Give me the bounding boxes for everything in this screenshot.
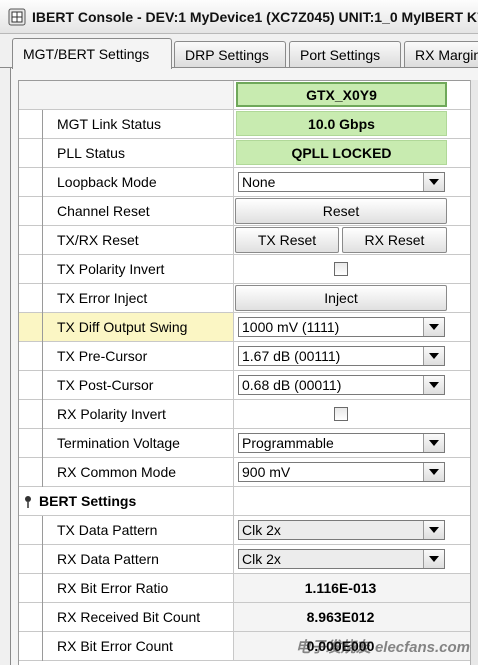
row-tx-polarity-invert: TX Polarity Invert: [19, 255, 478, 284]
pll-status-value: QPLL LOCKED: [236, 140, 447, 165]
label-tx-post-cursor: TX Post-Cursor: [57, 377, 154, 393]
rx-reset-button[interactable]: RX Reset: [342, 227, 447, 253]
rx-common-mode-select[interactable]: 900 mV: [238, 462, 445, 482]
rx-received-bit-count-value: 8.963E012: [306, 609, 375, 625]
label-tx-diff-output-swing: TX Diff Output Swing: [57, 319, 188, 335]
row-tx-error-inject: TX Error Inject Inject: [19, 284, 478, 313]
row-rx-bit-error-ratio: RX Bit Error Ratio 1.116E-013: [19, 574, 478, 603]
label-rx-polarity-invert: RX Polarity Invert: [57, 406, 166, 422]
row-termination-voltage: Termination Voltage Programmable: [19, 429, 478, 458]
label-rx-bit-error-count: RX Bit Error Count: [57, 638, 173, 654]
tab-rx-margin[interactable]: RX Margin: [404, 41, 478, 67]
label-pll-status: PLL Status: [57, 145, 125, 161]
row-tx-diff-output-swing: TX Diff Output Swing 1000 mV (1111): [19, 313, 478, 342]
tx-reset-button[interactable]: TX Reset: [235, 227, 339, 253]
watermark: 电子发烧友 elecfans.com: [295, 639, 470, 656]
label-txrx-reset: TX/RX Reset: [57, 232, 139, 248]
chevron-down-icon[interactable]: [423, 376, 444, 394]
tx-diff-output-swing-select[interactable]: 1000 mV (1111): [238, 317, 445, 337]
row-tx-post-cursor: TX Post-Cursor 0.68 dB (00011): [19, 371, 478, 400]
label-tx-pre-cursor: TX Pre-Cursor: [57, 348, 148, 364]
chevron-down-icon[interactable]: [423, 434, 444, 452]
label-mgt-link-status: MGT Link Status: [57, 116, 162, 132]
tab-drp-settings[interactable]: DRP Settings: [174, 41, 286, 67]
label-tx-data-pattern: TX Data Pattern: [57, 522, 158, 538]
tx-pre-cursor-value: 1.67 dB (00111): [242, 348, 341, 364]
termination-voltage-select[interactable]: Programmable: [238, 433, 445, 453]
header-row: GTX_X0Y9: [19, 81, 478, 110]
inject-button[interactable]: Inject: [235, 285, 447, 311]
label-channel-reset: Channel Reset: [57, 203, 150, 219]
row-tx-pre-cursor: TX Pre-Cursor 1.67 dB (00111): [19, 342, 478, 371]
tree-collapse-icon[interactable]: [23, 495, 33, 508]
column-header-gtx: GTX_X0Y9: [236, 82, 447, 107]
row-rx-data-pattern: RX Data Pattern Clk 2x: [19, 545, 478, 574]
tab-port-settings[interactable]: Port Settings: [289, 41, 401, 67]
tx-pre-cursor-select[interactable]: 1.67 dB (00111): [238, 346, 445, 366]
row-tx-data-pattern: TX Data Pattern Clk 2x: [19, 516, 478, 545]
header-value-cell: GTX_X0Y9: [234, 81, 478, 109]
chevron-down-icon[interactable]: [423, 463, 444, 481]
row-txrx-reset: TX/RX Reset TX Reset RX Reset: [19, 226, 478, 255]
label-loopback-mode: Loopback Mode: [57, 174, 157, 190]
tx-data-pattern-value: Clk 2x: [242, 522, 281, 538]
rx-common-mode-value: 900 mV: [242, 464, 291, 480]
chevron-down-icon[interactable]: [423, 550, 444, 568]
label-rx-common-mode: RX Common Mode: [57, 464, 177, 480]
label-rx-bit-error-ratio: RX Bit Error Ratio: [57, 580, 169, 596]
label-termination-voltage: Termination Voltage: [57, 435, 180, 451]
label-tx-polarity-invert: TX Polarity Invert: [57, 261, 165, 277]
loopback-mode-value: None: [242, 174, 276, 190]
chevron-down-icon[interactable]: [423, 173, 444, 191]
settings-grid: GTX_X0Y9 MGT Link Status 10.0 Gbps PLL S…: [18, 80, 478, 665]
section-bert-settings[interactable]: BERT Settings: [19, 487, 478, 516]
tx-post-cursor-value: 0.68 dB (00011): [242, 377, 342, 393]
row-loopback-mode: Loopback Mode None: [19, 168, 478, 197]
row-pll-status: PLL Status QPLL LOCKED: [19, 139, 478, 168]
label-rx-data-pattern: RX Data Pattern: [57, 551, 159, 567]
mgt-link-status-value: 10.0 Gbps: [236, 111, 447, 136]
chevron-down-icon[interactable]: [423, 318, 444, 336]
chevron-down-icon[interactable]: [423, 521, 444, 539]
tx-diff-output-swing-value: 1000 mV (1111): [242, 319, 340, 335]
rx-polarity-invert-checkbox[interactable]: [334, 407, 348, 421]
termination-voltage-value: Programmable: [242, 435, 334, 451]
tx-polarity-invert-checkbox[interactable]: [334, 262, 348, 276]
title-bar: IBERT Console - DEV:1 MyDevice1 (XC7Z045…: [0, 0, 478, 34]
label-rx-received-bit-count: RX Received Bit Count: [57, 609, 201, 625]
row-rx-common-mode: RX Common Mode 900 mV: [19, 458, 478, 487]
row-rx-polarity-invert: RX Polarity Invert: [19, 400, 478, 429]
header-label-cell: [19, 81, 234, 109]
rx-data-pattern-value: Clk 2x: [242, 551, 281, 567]
vertical-scrollbar[interactable]: [470, 80, 478, 665]
chevron-down-icon[interactable]: [423, 347, 444, 365]
tx-data-pattern-select[interactable]: Clk 2x: [238, 520, 445, 540]
row-channel-reset: Channel Reset Reset: [19, 197, 478, 226]
tab-mgt-bert-settings[interactable]: MGT/BERT Settings: [12, 38, 172, 69]
tx-post-cursor-select[interactable]: 0.68 dB (00011): [238, 375, 445, 395]
window-title: IBERT Console - DEV:1 MyDevice1 (XC7Z045…: [32, 8, 478, 25]
rx-bit-error-ratio-value: 1.116E-013: [304, 580, 377, 596]
rx-data-pattern-select[interactable]: Clk 2x: [238, 549, 445, 569]
bert-settings-label: BERT Settings: [39, 493, 137, 509]
row-rx-received-bit-count: RX Received Bit Count 8.963E012: [19, 603, 478, 632]
loopback-mode-select[interactable]: None: [238, 172, 445, 192]
label-tx-error-inject: TX Error Inject: [57, 290, 148, 306]
tab-bar: MGT/BERT Settings DRP Settings Port Sett…: [0, 38, 478, 69]
ibert-app-icon: [8, 8, 26, 26]
channel-reset-button[interactable]: Reset: [235, 198, 447, 224]
row-mgt-link-status: MGT Link Status 10.0 Gbps: [19, 110, 478, 139]
